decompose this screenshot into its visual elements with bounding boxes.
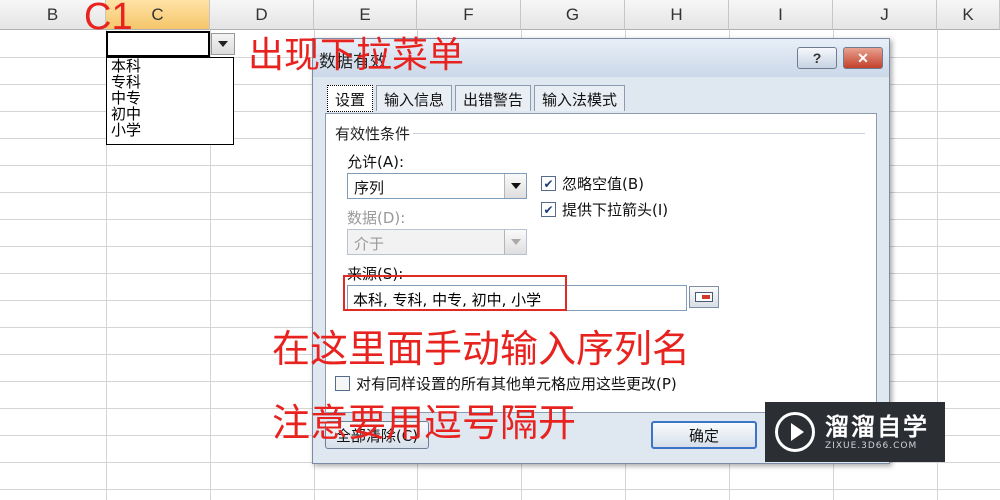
apply-all-label: 对有同样设置的所有其他单元格应用这些更改(P) bbox=[356, 375, 677, 393]
dropdown-item[interactable]: 中专 bbox=[111, 90, 233, 106]
dropdown-arrow-checkbox[interactable]: ✔ bbox=[541, 202, 556, 217]
ignore-blank-checkbox-row[interactable]: ✔ 忽略空值(B) bbox=[541, 173, 644, 194]
watermark-url: ZIXUE.3D66.COM bbox=[825, 441, 918, 451]
data-select: 介于 bbox=[347, 229, 527, 255]
cell-dropdown-button[interactable] bbox=[211, 33, 235, 55]
column-header-k[interactable]: K bbox=[937, 0, 1000, 30]
tab-input-message[interactable]: 输入信息 bbox=[376, 85, 453, 111]
collapse-dialog-icon bbox=[695, 292, 713, 302]
annotation-comma-hint: 注意要用逗号隔开 bbox=[272, 401, 577, 445]
grid-line bbox=[0, 489, 1000, 490]
dropdown-item[interactable]: 小学 bbox=[111, 122, 233, 138]
source-highlight-box bbox=[343, 275, 567, 311]
allow-select[interactable]: 序列 bbox=[347, 173, 527, 199]
column-header-h[interactable]: H bbox=[625, 0, 729, 30]
watermark-text: 溜溜自学 ZIXUE.3D66.COM bbox=[825, 413, 929, 451]
allow-select-value: 序列 bbox=[354, 179, 385, 197]
ok-button[interactable]: 确定 bbox=[651, 421, 757, 449]
range-select-button[interactable] bbox=[689, 286, 719, 308]
ignore-blank-checkbox[interactable]: ✔ bbox=[541, 176, 556, 191]
watermark-name: 溜溜自学 bbox=[825, 413, 929, 441]
annotation-c1: C1 bbox=[84, 0, 133, 38]
column-header-j[interactable]: J bbox=[833, 0, 937, 30]
column-header-i[interactable]: I bbox=[729, 0, 833, 30]
validation-criteria-heading: 有效性条件 bbox=[335, 125, 411, 143]
cell-dropdown-list: 本科 专科 中专 初中 小学 bbox=[106, 57, 234, 145]
column-header-g[interactable]: G bbox=[521, 0, 625, 30]
chevron-down-icon bbox=[218, 41, 228, 47]
help-button[interactable]: ? bbox=[797, 47, 837, 69]
apply-all-checkbox-row[interactable]: 对有同样设置的所有其他单元格应用这些更改(P) bbox=[335, 373, 677, 394]
annotation-input-hint: 在这里面手动输入序列名 bbox=[272, 327, 691, 371]
play-logo-icon bbox=[775, 412, 815, 452]
tab-error-alert[interactable]: 出错警告 bbox=[455, 85, 532, 111]
annotation-dropdown: 出现下拉菜单 bbox=[248, 35, 465, 76]
close-button[interactable]: ✕ bbox=[843, 47, 883, 69]
chevron-down-icon[interactable] bbox=[504, 174, 526, 198]
data-label: 数据(D): bbox=[347, 209, 406, 227]
divider bbox=[413, 133, 865, 134]
tab-ime-mode[interactable]: 输入法模式 bbox=[534, 85, 626, 111]
dropdown-arrow-label: 提供下拉箭头(I) bbox=[562, 201, 669, 219]
tab-settings[interactable]: 设置 bbox=[327, 85, 374, 112]
dropdown-item[interactable]: 初中 bbox=[111, 106, 233, 122]
dropdown-arrow-checkbox-row[interactable]: ✔ 提供下拉箭头(I) bbox=[541, 199, 668, 220]
dropdown-item[interactable]: 本科 bbox=[111, 58, 233, 74]
watermark: 溜溜自学 ZIXUE.3D66.COM bbox=[765, 402, 945, 462]
ignore-blank-label: 忽略空值(B) bbox=[562, 175, 644, 193]
apply-all-checkbox[interactable] bbox=[335, 376, 350, 391]
allow-label: 允许(A): bbox=[347, 153, 405, 171]
dialog-tabs: 设置 输入信息 出错警告 输入法模式 bbox=[327, 85, 628, 113]
chevron-down-icon bbox=[504, 230, 526, 254]
dropdown-item[interactable]: 专科 bbox=[111, 74, 233, 90]
data-select-value: 介于 bbox=[354, 235, 385, 253]
